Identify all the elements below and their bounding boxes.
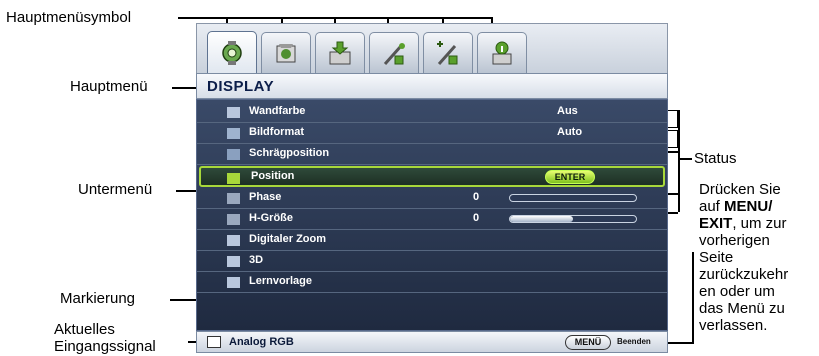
callout-main-menu-icon: Hauptmenüsymbol: [6, 9, 132, 26]
position-icon: [227, 173, 240, 184]
menu-item-value: Auto: [557, 126, 583, 138]
menu-item-label: H-Größe: [249, 212, 293, 224]
aspect-ratio-icon: [227, 128, 240, 139]
callout-hint-4: vorherigen: [699, 232, 770, 249]
menu-item-label: Lernvorlage: [249, 275, 312, 287]
hint-3-bold: EXIT: [699, 215, 733, 232]
leader-status: [678, 158, 692, 160]
menu-item-wall-color[interactable]: Wandfarbe Aus: [197, 102, 667, 123]
menu-item-value: 0: [473, 191, 480, 203]
source-tab-icon: [329, 41, 351, 64]
callout-hint-7: en oder um: [699, 283, 775, 300]
menu-item-value: Aus: [557, 105, 578, 117]
menu-title-bar: DISPLAY: [196, 73, 668, 99]
menu-item-phase[interactable]: Phase 0: [197, 188, 667, 209]
menu-item-h-size[interactable]: H-Größe 0: [197, 209, 667, 230]
tab-system-setup-advanced[interactable]: [423, 32, 473, 74]
menu-item-aspect-ratio[interactable]: Bildformat Auto: [197, 123, 667, 144]
tab-information[interactable]: [477, 32, 527, 74]
menu-item-label: Phase: [249, 191, 282, 203]
menu-item-value: 0: [473, 212, 480, 224]
menu-item-label: Schrägposition: [249, 147, 330, 159]
exit-label: Beenden: [617, 337, 651, 346]
menu-item-label: Wandfarbe: [249, 105, 306, 117]
input-source-icon: [207, 336, 221, 348]
digital-zoom-icon: [227, 235, 240, 246]
submenu-panel: Wandfarbe Aus Bildformat Auto Schrägposi…: [196, 99, 668, 331]
wall-color-icon: [227, 107, 240, 118]
system-setup-advanced-tab-icon: [437, 40, 458, 65]
menu-item-label: Position: [251, 170, 295, 182]
h-size-slider[interactable]: [509, 215, 637, 223]
enter-button[interactable]: ENTER: [545, 170, 595, 184]
status-vertical: [678, 110, 680, 212]
phase-icon: [227, 193, 240, 204]
callout-submenu: Untermenü: [78, 181, 153, 198]
hint-2-prefix: auf: [699, 198, 725, 215]
callout-main-menu: Hauptmenü: [70, 78, 148, 95]
menu-item-keystone[interactable]: Schrägposition: [197, 144, 667, 165]
callout-hint-6: zurückzukehr: [699, 266, 789, 283]
hint-bracket-tick: [666, 342, 694, 344]
menu-item-label: 3D: [249, 254, 264, 266]
menu-item-3d[interactable]: 3D: [197, 251, 667, 272]
keystone-icon: [227, 149, 240, 160]
menu-item-label: Bildformat: [249, 126, 304, 138]
page-title: DISPLAY: [207, 78, 275, 95]
picture-tab-icon: [276, 43, 296, 62]
3d-icon: [227, 256, 240, 267]
tab-picture[interactable]: [261, 32, 311, 74]
information-tab-icon: [492, 41, 512, 64]
callout-highlight: Markierung: [60, 290, 136, 307]
main-menu-tabbar: [196, 23, 668, 75]
status-bar: Analog RGB MENÜ Beenden: [196, 331, 668, 353]
phase-slider[interactable]: [509, 194, 637, 202]
hint-3-suffix: , um zur: [732, 215, 787, 232]
callout-hint-3: EXIT, um zur: [699, 215, 787, 232]
teaching-template-icon: [227, 277, 240, 288]
callout-current-input-1: Aktuelles: [54, 321, 115, 338]
current-input-source: Analog RGB: [229, 336, 294, 348]
callout-current-input-2: Eingangssignal: [54, 338, 156, 355]
hint-2-bold: MENU/: [724, 198, 773, 215]
osd-window: DISPLAY Wandfarbe Aus Bildformat Auto Sc…: [196, 23, 668, 353]
tab-system-setup-basic[interactable]: [369, 32, 419, 74]
leader-submenu: [176, 190, 196, 192]
callout-hint-1: Drücken Sie: [699, 181, 781, 198]
menu-item-position[interactable]: Position ENTER: [199, 166, 665, 187]
tab-source[interactable]: [315, 32, 365, 74]
callout-hint-2: auf MENU/: [699, 198, 772, 215]
callout-hint-8: das Menü zu: [699, 300, 785, 317]
callout-hint-9: verlassen.: [699, 317, 768, 334]
tab-display[interactable]: [207, 31, 257, 75]
menu-button[interactable]: MENÜ: [565, 335, 611, 350]
menu-item-label: Digitaler Zoom: [249, 233, 327, 245]
callout-status: Status: [694, 150, 737, 167]
h-size-icon: [227, 214, 240, 225]
display-tab-icon: [222, 40, 242, 65]
system-setup-basic-tab-icon: [383, 42, 405, 65]
hint-bracket-vertical: [692, 252, 694, 342]
menu-item-teaching-template[interactable]: Lernvorlage: [197, 272, 667, 293]
h-size-slider-fill: [510, 216, 573, 222]
callout-hint-5: Seite: [699, 249, 734, 266]
menu-item-digital-zoom[interactable]: Digitaler Zoom: [197, 230, 667, 251]
